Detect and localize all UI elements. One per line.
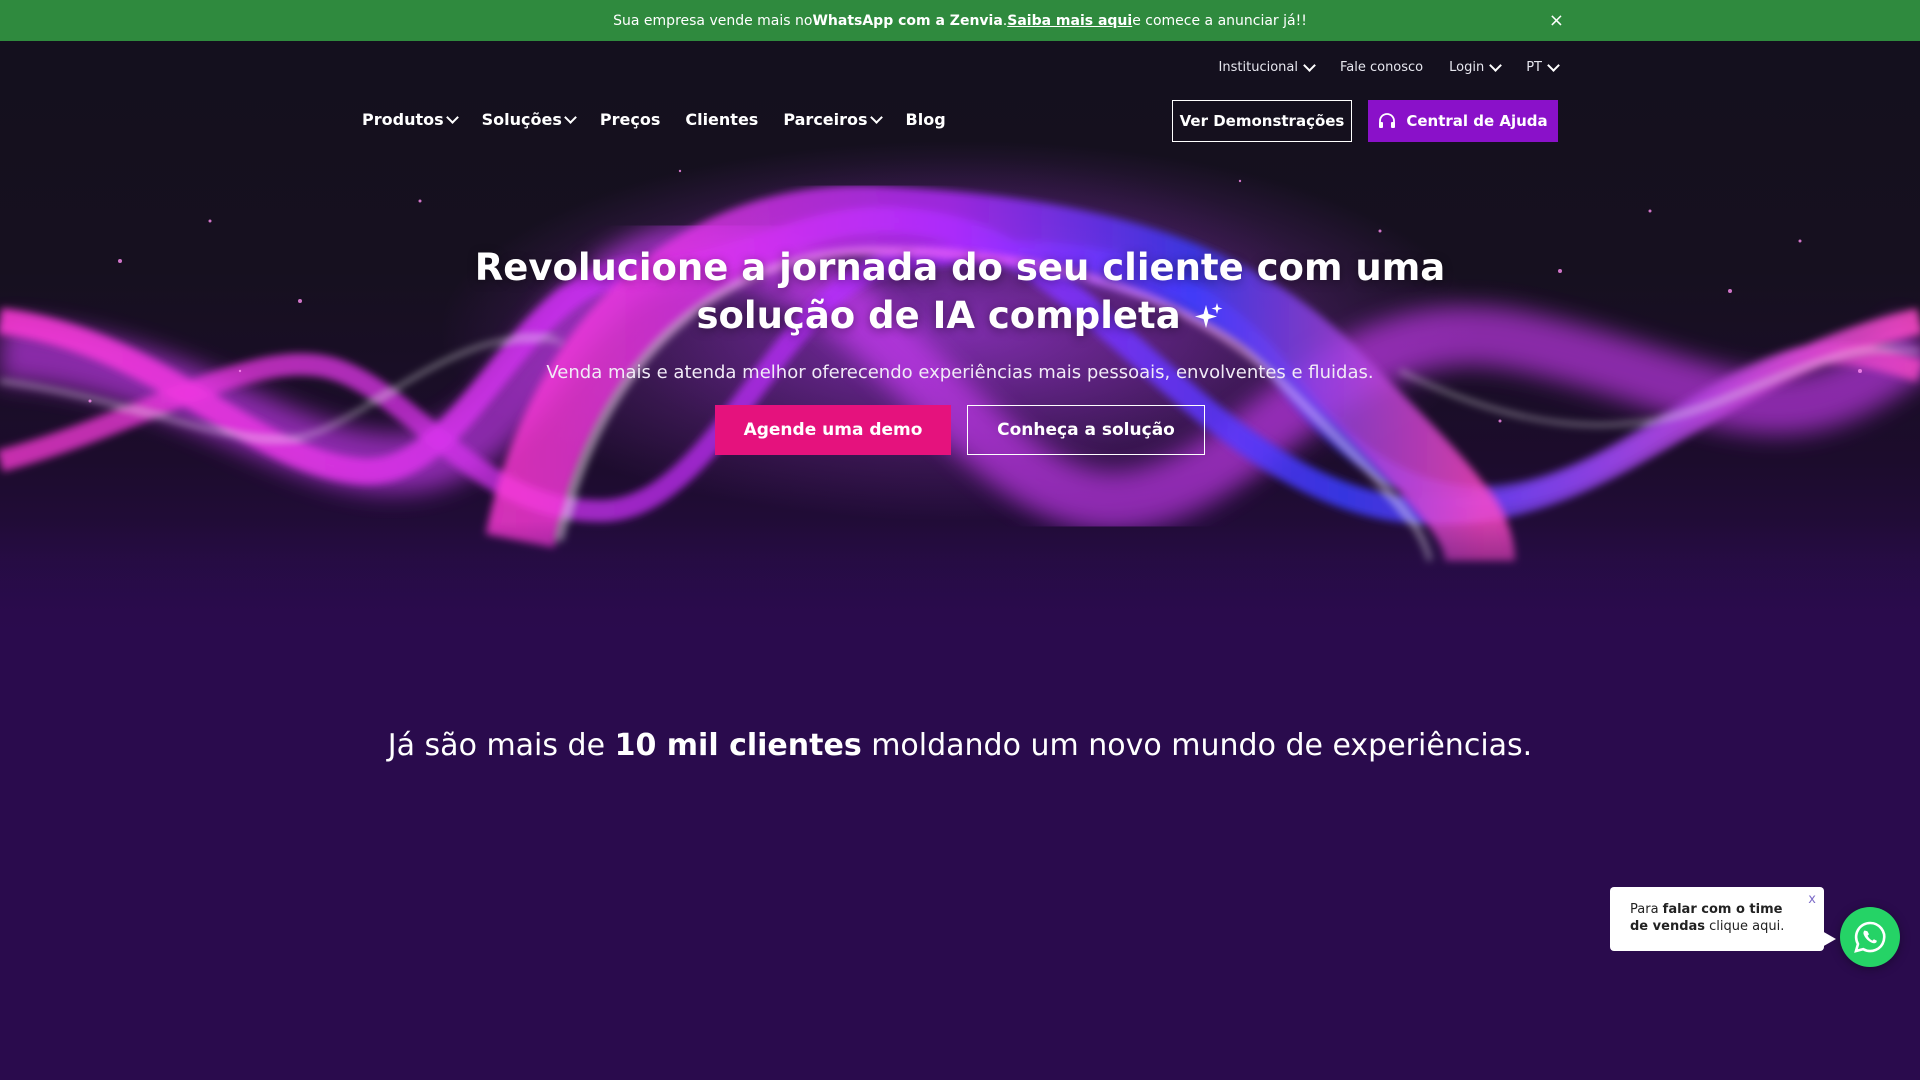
promo-link[interactable]: Saiba mais aqui — [1007, 13, 1132, 29]
hero-title: Revolucione a jornada do seu cliente com… — [0, 244, 1920, 340]
utility-item-login[interactable]: Login — [1449, 59, 1503, 75]
promo-text-after: e comece a anunciar já!! — [1132, 12, 1307, 29]
nav-item-label: Clientes — [685, 110, 759, 129]
promo-text-bold: WhatsApp com a Zenvia — [812, 12, 1003, 29]
utility-nav: Institucional Fale conosco Login PT — [1218, 59, 1560, 75]
utility-item-label: Fale conosco — [1339, 60, 1424, 75]
sales-chat-bubble[interactable]: x Para falar com o time de vendas clique… — [1610, 887, 1836, 951]
help-center-label: Central de Ajuda — [1406, 112, 1548, 130]
headset-icon — [1379, 113, 1396, 128]
promo-close-button[interactable]: × — [1549, 10, 1564, 31]
sparkle-icon — [1194, 303, 1223, 328]
header-actions: Ver Demonstrações Central de Ajuda — [1172, 100, 1558, 142]
utility-item-institucional[interactable]: Institucional — [1218, 59, 1316, 75]
clients-text-after: moldando um novo mundo de experiências. — [861, 728, 1533, 763]
chevron-down-icon — [1303, 59, 1316, 72]
nav-item-label: Soluções — [481, 110, 562, 129]
hero-cta-group: Agende uma demo Conheça a solução — [0, 405, 1920, 455]
schedule-demo-button[interactable]: Agende uma demo — [715, 405, 951, 455]
whatsapp-button[interactable] — [1840, 907, 1900, 967]
chevron-down-icon — [869, 111, 883, 124]
nav-item-clientes[interactable]: Clientes — [685, 110, 758, 129]
nav-item-parceiros[interactable]: Parceiros — [783, 110, 883, 129]
main-nav: Produtos Soluções Preços Clientes Parcei… — [362, 110, 946, 129]
nav-item-label: Preços — [599, 110, 661, 129]
promo-text-before: Sua empresa vende mais no — [613, 12, 813, 29]
hero-title-line2: solução de IA completa — [696, 294, 1181, 337]
chat-text-after: clique aqui. — [1705, 919, 1785, 934]
nav-item-solucoes[interactable]: Soluções — [481, 110, 577, 129]
nav-item-produtos[interactable]: Produtos — [362, 110, 459, 129]
nav-item-blog[interactable]: Blog — [906, 110, 946, 129]
clients-statement: Já são mais de 10 mil clientes moldando … — [0, 728, 1920, 763]
utility-item-fale-conosco[interactable]: Fale conosco — [1340, 60, 1423, 75]
chevron-down-icon — [1489, 59, 1503, 72]
utility-item-label: PT — [1526, 60, 1542, 75]
hero-subtitle: Venda mais e atenda melhor oferecendo ex… — [546, 362, 1374, 383]
nav-item-label: Blog — [905, 110, 946, 129]
nav-item-label: Parceiros — [783, 110, 868, 129]
clients-text-bold: 10 mil clientes — [614, 728, 862, 763]
utility-item-language[interactable]: PT — [1526, 59, 1560, 75]
whatsapp-icon — [1854, 921, 1886, 953]
chevron-down-icon — [445, 111, 459, 124]
utility-item-label: Login — [1449, 60, 1485, 75]
clients-text-before: Já são mais de — [387, 728, 615, 763]
promo-bar: Sua empresa vende mais no WhatsApp com a… — [0, 0, 1920, 41]
utility-item-label: Institucional — [1218, 60, 1298, 75]
demo-button[interactable]: Ver Demonstrações — [1172, 100, 1352, 142]
chat-text-before: Para — [1630, 902, 1663, 917]
help-center-button[interactable]: Central de Ajuda — [1368, 100, 1558, 142]
nav-item-label: Produtos — [362, 110, 444, 129]
hero-fade — [0, 521, 1920, 641]
chat-close-button[interactable]: x — [1808, 891, 1816, 908]
hero-title-line1: Revolucione a jornada do seu cliente com… — [474, 246, 1446, 289]
learn-solution-button[interactable]: Conheça a solução — [967, 405, 1205, 455]
hero-content: Revolucione a jornada do seu cliente com… — [0, 244, 1920, 455]
nav-item-precos[interactable]: Preços — [600, 110, 660, 129]
chevron-down-icon — [564, 111, 577, 124]
chevron-down-icon — [1547, 59, 1560, 72]
